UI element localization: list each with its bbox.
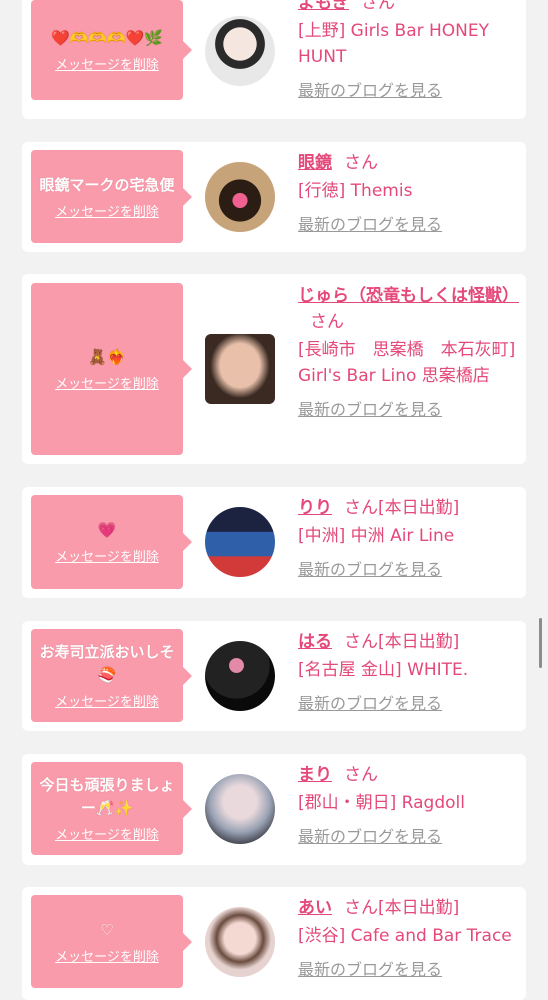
shop-name: [中洲] 中洲 Air Line [298,526,455,546]
message-card: 眼鏡マークの宅急便 メッセージを削除 眼鏡 さん [行徳] Themis 最新のブ… [22,142,526,252]
profile-info: まり さん [郡山・朝日] Ragdoll 最新のブログを見る [298,762,520,848]
status-badge: [本日出勤] [378,898,460,918]
avatar[interactable] [205,16,275,86]
name-line: りり さん[本日出勤] [298,495,520,521]
profile-info: 眼鏡 さん [行徳] Themis 最新のブログを見る [298,150,520,236]
delete-message-link[interactable]: メッセージを削除 [55,691,159,710]
name-line: じゅら（恐竜もしくは怪獣） さん [298,283,520,335]
cast-name-link[interactable]: はる [298,632,332,652]
profile-info: はる さん[本日出勤] [名古屋 金山] WHITE. 最新のブログを見る [298,629,520,715]
honorific: さん [344,153,378,173]
message-text: 🧸❤️‍🔥 [88,348,126,366]
avatar[interactable] [205,641,275,711]
message-bubble: お寿司立派おいしそ🍣 メッセージを削除 [31,629,192,722]
latest-blog-link[interactable]: 最新のブログを見る [298,693,520,715]
honorific: さん [344,765,378,785]
shop-name: [行徳] Themis [298,181,413,201]
status-badge: [本日出勤] [378,498,460,518]
avatar[interactable] [205,334,275,404]
cast-name-link[interactable]: 眼鏡 [298,153,332,173]
latest-blog-link[interactable]: 最新のブログを見る [298,399,520,421]
avatar[interactable] [205,507,275,577]
message-card: 💗 メッセージを削除 りり さん[本日出勤] [中洲] 中洲 Air Line 最… [22,487,526,598]
message-bubble: 今日も頑張りましょー🥂✨ メッセージを削除 [31,762,192,855]
delete-message-link[interactable]: メッセージを削除 [55,946,159,965]
avatar[interactable] [205,907,275,977]
profile-info: りり さん[本日出勤] [中洲] 中洲 Air Line 最新のブログを見る [298,495,520,581]
honorific: さん [361,0,395,13]
cast-name-link[interactable]: まり [298,765,332,785]
shop-name: [名古屋 金山] WHITE. [298,660,469,680]
avatar[interactable] [205,162,275,232]
delete-message-link[interactable]: メッセージを削除 [55,54,159,73]
message-bubble: 💗 メッセージを削除 [31,495,192,589]
honorific: さん [344,632,378,652]
cast-name-link[interactable]: りり [298,498,332,518]
scrollbar[interactable] [539,618,542,668]
message-text: ❤️🫶🫶🫶❤️🌿 [50,29,164,47]
shop-name: [長崎市 思案橋 本石灰町] Girl's Bar Lino 思案橋店 [298,340,516,386]
shop-name: [渋谷] Cafe and Bar Trace [298,926,512,946]
message-text: ♡ [100,920,114,939]
message-bubble: 眼鏡マークの宅急便 メッセージを削除 [31,150,192,243]
latest-blog-link[interactable]: 最新のブログを見る [298,559,520,581]
message-card: ❤️🫶🫶🫶❤️🌿 メッセージを削除 よもぎ さん [上野] Girls Bar H… [22,0,526,119]
cast-name-link[interactable]: よもぎ [298,0,349,13]
delete-message-link[interactable]: メッセージを削除 [55,201,159,220]
message-card: 今日も頑張りましょー🥂✨ メッセージを削除 まり さん [郡山・朝日] Ragdo… [22,754,526,865]
message-bubble: 🧸❤️‍🔥 メッセージを削除 [31,283,192,455]
name-line: よもぎ さん [298,0,520,16]
message-card: ♡ メッセージを削除 あい さん[本日出勤] [渋谷] Cafe and Bar … [22,887,526,1000]
profile-info: よもぎ さん [上野] Girls Bar HONEY HUNT 最新のブログを見… [298,0,520,102]
shop-name: [郡山・朝日] Ragdoll [298,793,465,813]
cast-name-link[interactable]: じゅら（恐竜もしくは怪獣） [298,286,519,306]
message-text: 眼鏡マークの宅急便 [39,175,175,194]
name-line: あい さん[本日出勤] [298,895,520,921]
delete-message-link[interactable]: メッセージを削除 [55,546,159,565]
shop-name: [上野] Girls Bar HONEY HUNT [298,21,490,67]
latest-blog-link[interactable]: 最新のブログを見る [298,826,520,848]
name-line: はる さん[本日出勤] [298,629,520,655]
latest-blog-link[interactable]: 最新のブログを見る [298,959,520,981]
avatar[interactable] [205,774,275,844]
latest-blog-link[interactable]: 最新のブログを見る [298,214,520,236]
delete-message-link[interactable]: メッセージを削除 [55,824,159,843]
message-card: お寿司立派おいしそ🍣 メッセージを削除 はる さん[本日出勤] [名古屋 金山] … [22,621,526,731]
message-bubble: ♡ メッセージを削除 [31,895,192,988]
delete-message-link[interactable]: メッセージを削除 [55,373,159,392]
cast-name-link[interactable]: あい [298,898,332,918]
message-text: 💗 [97,521,117,539]
message-bubble: ❤️🫶🫶🫶❤️🌿 メッセージを削除 [31,0,192,100]
name-line: まり さん [298,762,520,788]
name-line: 眼鏡 さん [298,150,520,176]
profile-info: あい さん[本日出勤] [渋谷] Cafe and Bar Trace 最新のブロ… [298,895,520,981]
honorific: さん [344,898,378,918]
profile-info: じゅら（恐竜もしくは怪獣） さん [長崎市 思案橋 本石灰町] Girl's Ba… [298,283,520,421]
honorific: さん [310,312,344,332]
message-text: お寿司立派おいしそ🍣 [39,643,175,684]
latest-blog-link[interactable]: 最新のブログを見る [298,80,520,102]
message-text: 今日も頑張りましょー🥂✨ [39,776,175,817]
status-badge: [本日出勤] [378,632,460,652]
message-card: 🧸❤️‍🔥 メッセージを削除 じゅら（恐竜もしくは怪獣） さん [長崎市 思案橋 … [22,274,526,464]
honorific: さん [344,498,378,518]
